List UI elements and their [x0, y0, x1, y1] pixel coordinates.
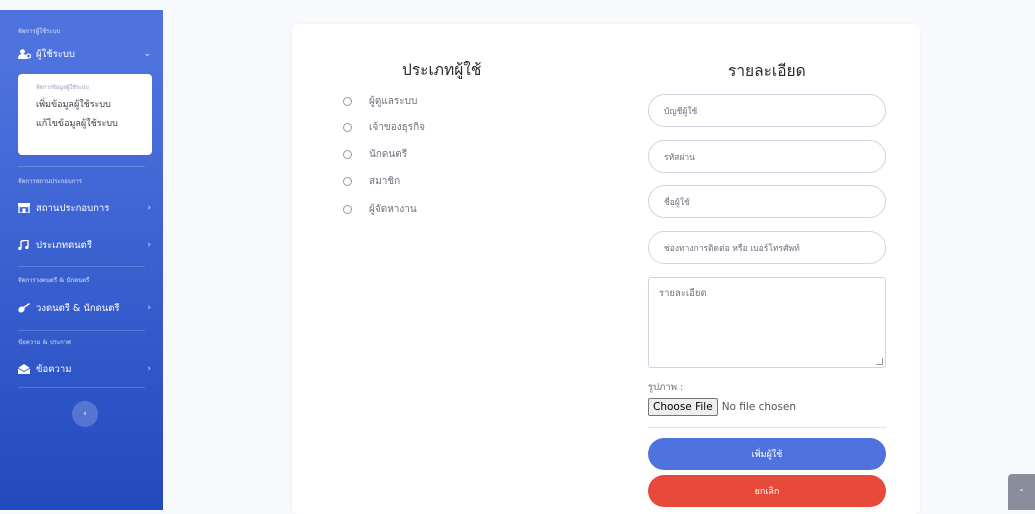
radio-label: ผู้จัดหางาน: [369, 203, 417, 215]
sidebar-item-label: วงดนตรี & นักดนตรี: [36, 302, 120, 314]
add-user-button[interactable]: เพิ่มผู้ใช้: [648, 438, 886, 470]
sidebar-divider: [18, 266, 145, 267]
user-cog-icon: [18, 49, 32, 59]
radio-label: สมาชิก: [369, 175, 401, 187]
sidebar-item-bands[interactable]: วงดนตรี & นักดนตรี ›: [0, 297, 163, 319]
radio-button[interactable]: [343, 96, 352, 106]
music-icon: [18, 240, 32, 250]
choose-file-button[interactable]: Choose File: [648, 398, 718, 416]
sidebar-divider: [18, 166, 145, 167]
sidebar-toggle-button[interactable]: ‹: [72, 401, 98, 427]
sidebar-heading-bands: จัดการวงดนตรี & นักดนตรี: [18, 277, 90, 284]
account-input[interactable]: บัญชีผู้ใช้: [648, 94, 886, 127]
radio-label: ผู้ดูแลระบบ: [369, 95, 418, 107]
scroll-to-top-button[interactable]: ⌃: [1008, 474, 1035, 510]
chevron-down-icon: ⌄: [143, 49, 151, 59]
cancel-button[interactable]: ยกเลิก: [648, 475, 886, 507]
chevron-right-icon: ›: [147, 203, 151, 213]
sidebar-heading-users: จัดการผู้ใช้ระบบ: [18, 28, 61, 35]
contact-input[interactable]: ช่องทางการติดต่อ หรือ เบอร์โทรศัพท์: [648, 231, 886, 264]
radio-button[interactable]: [343, 149, 352, 159]
add-user-form-card: ประเภทผู้ใช้ รายละเอียด ผู้ดูแลระบบ เจ้า…: [292, 24, 920, 514]
textarea-placeholder: รายละเอียด: [659, 288, 707, 299]
radio-label: นักดนตรี: [369, 148, 408, 160]
sidebar-divider: [18, 387, 145, 388]
submenu-item-add-user[interactable]: เพิ่มข้อมูลผู้ใช้ระบบ: [18, 96, 152, 115]
image-file-input[interactable]: Choose File No file chosen: [648, 398, 796, 416]
radio-button[interactable]: [343, 204, 352, 214]
sidebar-heading-messages: ข้อความ & ประกาศ: [18, 339, 71, 346]
chevron-right-icon: ›: [147, 364, 151, 374]
form-divider: [648, 427, 886, 428]
chevron-up-icon: ⌃: [1018, 487, 1025, 497]
details-textarea[interactable]: รายละเอียด: [648, 277, 886, 368]
radio-user-type-admin[interactable]: ผู้ดูแลระบบ: [343, 94, 417, 108]
sidebar-item-label: สถานประกอบการ: [36, 202, 110, 214]
sidebar-item-users[interactable]: ผู้ใช้ระบบ ⌄: [0, 43, 163, 65]
submenu-heading: จัดการข้อมูลผู้ใช้ระบบ: [36, 85, 89, 91]
sidebar-item-music-types[interactable]: ประเภทดนตรี ›: [0, 234, 163, 256]
radio-user-type-musician[interactable]: นักดนตรี: [343, 147, 407, 161]
radio-user-type-owner[interactable]: เจ้าของธุรกิจ: [343, 120, 425, 134]
username-input[interactable]: ชื่อผู้ใช้: [648, 185, 886, 218]
radio-label: เจ้าของธุรกิจ: [369, 121, 426, 133]
radio-user-type-member[interactable]: สมาชิก: [343, 174, 400, 188]
resize-handle-icon[interactable]: [876, 358, 883, 365]
image-label: รูปภาพ :: [648, 382, 684, 393]
chevron-right-icon: ›: [147, 303, 151, 313]
password-input[interactable]: รหัสผ่าน: [648, 140, 886, 173]
sidebar-item-label: ประเภทดนตรี: [36, 239, 92, 251]
envelope-open-icon: [18, 364, 32, 374]
store-icon: [18, 203, 32, 213]
chevron-left-icon: ‹: [83, 409, 87, 419]
sidebar-item-label: ผู้ใช้ระบบ: [36, 48, 75, 60]
submenu-item-edit-user[interactable]: แก้ไขข้อมูลผู้ใช้ระบบ: [18, 115, 152, 134]
chevron-right-icon: ›: [147, 240, 151, 250]
sidebar-heading-venues: จัดการสถานประกอบการ: [18, 178, 82, 185]
user-type-title: ประเภทผู้ใช้: [402, 61, 482, 79]
users-submenu: จัดการข้อมูลผู้ใช้ระบบ เพิ่มข้อมูลผู้ใช้…: [18, 74, 152, 155]
radio-user-type-recruiter[interactable]: ผู้จัดหางาน: [343, 202, 417, 216]
sidebar: จัดการผู้ใช้ระบบ ผู้ใช้ระบบ ⌄ จัดการข้อม…: [0, 10, 163, 510]
radio-button[interactable]: [343, 176, 352, 186]
guitar-icon: [18, 303, 32, 313]
sidebar-item-messages[interactable]: ข้อความ ›: [0, 358, 163, 380]
file-status: No file chosen: [721, 401, 797, 413]
sidebar-item-venues[interactable]: สถานประกอบการ ›: [0, 197, 163, 219]
radio-button[interactable]: [343, 122, 352, 132]
sidebar-divider: [18, 330, 145, 331]
details-title: รายละเอียด: [728, 62, 806, 80]
sidebar-item-label: ข้อความ: [36, 363, 72, 375]
